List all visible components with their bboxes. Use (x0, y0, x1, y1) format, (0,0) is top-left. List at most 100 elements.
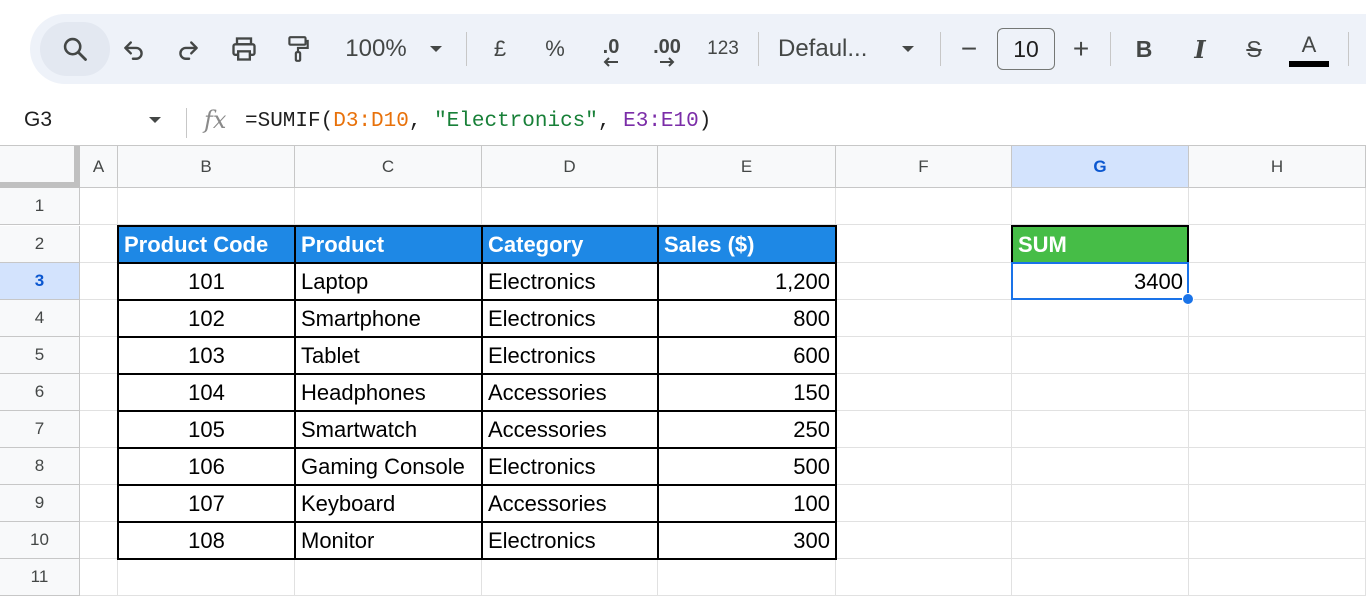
italic-button[interactable]: I (1180, 14, 1220, 84)
row-header-7[interactable]: 7 (0, 411, 80, 448)
row-header-8[interactable]: 8 (0, 448, 80, 485)
table-cell[interactable]: Smartphone (295, 300, 482, 337)
table-row-divider (117, 410, 837, 412)
formula-criteria: "Electronics" (434, 110, 598, 133)
redo-icon[interactable] (166, 14, 210, 84)
fill-handle[interactable] (1182, 293, 1194, 305)
column-header-c[interactable]: C (295, 146, 482, 188)
font-size-input[interactable]: 10 (997, 28, 1055, 70)
zoom-dropdown-icon[interactable] (424, 14, 448, 84)
row-header-5[interactable]: 5 (0, 337, 80, 374)
row-header-1[interactable]: 1 (0, 188, 80, 225)
column-header-e[interactable]: E (658, 146, 836, 188)
toolbar-separator (758, 32, 759, 66)
table-cell[interactable]: 1,200 (658, 263, 836, 300)
decrease-decimal-button[interactable]: .0 (590, 14, 632, 84)
table-cell[interactable]: 104 (118, 374, 295, 411)
table-cell[interactable]: 101 (118, 263, 295, 300)
row-header-6[interactable]: 6 (0, 374, 80, 411)
table-cell[interactable]: Electronics (482, 337, 658, 374)
table-cell[interactable]: Tablet (295, 337, 482, 374)
table-cell[interactable]: 250 (658, 411, 836, 448)
toolbar-separator (1110, 32, 1111, 66)
column-header-f[interactable]: F (836, 146, 1012, 188)
table-cell[interactable]: 108 (118, 522, 295, 559)
table-cell[interactable]: 102 (118, 300, 295, 337)
column-header-a[interactable]: A (80, 146, 118, 188)
table-header-cell[interactable]: Product (295, 226, 482, 263)
table-cell[interactable]: Laptop (295, 263, 482, 300)
bold-button[interactable]: B (1124, 14, 1164, 84)
number-format-button[interactable]: 123 (700, 14, 746, 84)
sum-value-cell[interactable]: 3400 (1012, 263, 1189, 300)
formula-input[interactable]: =SUMIF(D3:D10, "Electronics", E3:E10) (245, 110, 711, 133)
fx-icon: fx (204, 106, 227, 134)
table-row-divider (117, 447, 837, 449)
column-header-g[interactable]: G (1012, 146, 1189, 188)
table-cell[interactable]: 107 (118, 485, 295, 522)
formula-bar: G3 fx =SUMIF(D3:D10, "Electronics", E3:E… (0, 100, 1366, 146)
text-color-icon: A (1301, 32, 1317, 57)
increase-decimal-button[interactable]: .00 (644, 14, 690, 84)
table-cell[interactable]: Electronics (482, 448, 658, 485)
sum-header-cell[interactable]: SUM (1012, 226, 1189, 263)
column-header-h[interactable]: H (1189, 146, 1366, 188)
table-cell[interactable]: Accessories (482, 411, 658, 448)
row-header-9[interactable]: 9 (0, 485, 80, 522)
table-cell[interactable]: Monitor (295, 522, 482, 559)
table-cell[interactable]: 300 (658, 522, 836, 559)
font-select[interactable]: Defaul... (778, 14, 882, 84)
row-header-2[interactable]: 2 (0, 226, 80, 263)
table-cell[interactable]: Keyboard (295, 485, 482, 522)
table-row-divider (117, 299, 837, 301)
table-cell[interactable]: 150 (658, 374, 836, 411)
column-header-d[interactable]: D (482, 146, 658, 188)
table-header-cell[interactable]: Sales ($) (658, 226, 836, 263)
table-cell[interactable]: Smartwatch (295, 411, 482, 448)
table-cell[interactable]: 500 (658, 448, 836, 485)
increase-font-size-button[interactable]: + (1064, 14, 1098, 84)
print-icon[interactable] (222, 14, 266, 84)
table-cell[interactable]: 600 (658, 337, 836, 374)
table-cell[interactable]: 800 (658, 300, 836, 337)
paint-format-icon[interactable] (276, 14, 320, 84)
table-cell[interactable]: Electronics (482, 300, 658, 337)
row-header-4[interactable]: 4 (0, 300, 80, 337)
table-cell[interactable]: 103 (118, 337, 295, 374)
undo-icon[interactable] (112, 14, 156, 84)
decrease-decimal-label: .0 (602, 36, 620, 58)
table-header-cell[interactable]: Category (482, 226, 658, 263)
bold-icon: B (1135, 35, 1153, 62)
search-icon[interactable] (50, 14, 100, 84)
row-header-10[interactable]: 10 (0, 522, 80, 559)
table-cell[interactable]: Gaming Console (295, 448, 482, 485)
table-cell[interactable]: 105 (118, 411, 295, 448)
font-dropdown-icon[interactable] (896, 14, 920, 84)
currency-format-button[interactable]: £ (482, 14, 518, 84)
name-box[interactable]: G3 (24, 108, 52, 132)
percent-format-button[interactable]: % (536, 14, 574, 84)
table-cell[interactable]: Accessories (482, 374, 658, 411)
table-cell[interactable]: Accessories (482, 485, 658, 522)
table-cell[interactable]: 106 (118, 448, 295, 485)
table-row-divider (117, 262, 837, 264)
column-header-b[interactable]: B (118, 146, 295, 188)
zoom-value: 100% (345, 35, 407, 62)
strikethrough-button[interactable]: S (1234, 14, 1274, 84)
table-cell[interactable]: Headphones (295, 374, 482, 411)
zoom-select[interactable]: 100% (336, 14, 416, 84)
table-row-divider (117, 336, 837, 338)
table-cell[interactable]: 100 (658, 485, 836, 522)
text-color-button[interactable]: A (1289, 14, 1329, 84)
minus-icon: − (960, 33, 978, 64)
decrease-font-size-button[interactable]: − (952, 14, 986, 84)
table-cell[interactable]: Electronics (482, 522, 658, 559)
table-header-cell[interactable]: Product Code (118, 226, 295, 263)
name-box-dropdown-icon[interactable] (148, 112, 162, 130)
row-header-11[interactable]: 11 (0, 559, 80, 596)
table-row-divider (117, 484, 837, 486)
row-header-3[interactable]: 3 (0, 263, 80, 300)
font-name: Defaul... (778, 35, 868, 62)
table-cell[interactable]: Electronics (482, 263, 658, 300)
table-column-divider (481, 225, 483, 560)
